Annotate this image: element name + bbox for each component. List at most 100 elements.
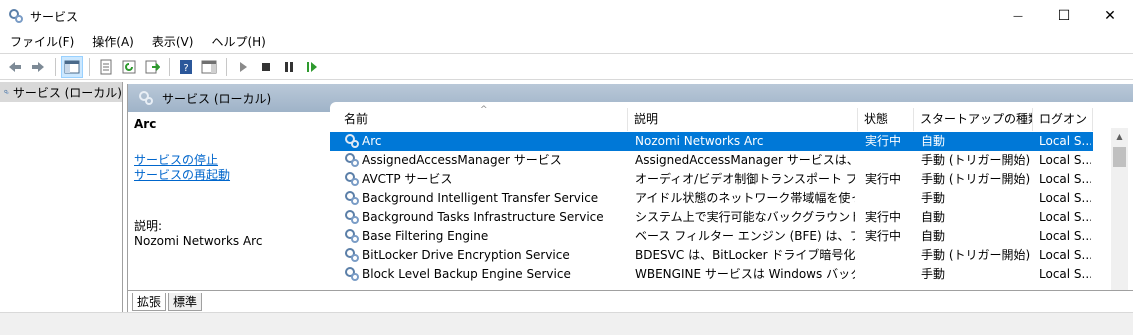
tree-item-services-local[interactable]: サービス (ローカル) (0, 82, 122, 102)
show-hide-console-tree-button[interactable] (61, 55, 83, 78)
cell-startup-type: 自動 (921, 210, 946, 224)
restart-service-button[interactable] (301, 56, 323, 78)
restart-service-link[interactable]: サービスの再起動 (134, 168, 324, 183)
tab-standard[interactable]: 標準 (168, 293, 203, 311)
pause-service-button[interactable] (278, 56, 300, 78)
stop-service-icon (262, 62, 270, 71)
cell-startup-type: 手動 (トリガー開始) (921, 172, 1031, 186)
cell-status (865, 189, 915, 208)
menu-action[interactable]: 操作(A) (83, 32, 143, 52)
cell-name: Arc (362, 134, 382, 148)
description-value: Nozomi Networks Arc (134, 234, 263, 248)
show-hide-action-pane-button[interactable] (198, 56, 220, 78)
column-header-startup-type[interactable]: スタートアップの種類 (914, 108, 1033, 131)
description-label: 説明: (134, 219, 163, 233)
column-header-logon[interactable]: ログオン (1033, 108, 1093, 131)
stop-service-link[interactable]: サービスの停止 (134, 153, 324, 168)
column-header-name[interactable]: 名前 (338, 108, 628, 131)
column-header-status[interactable]: 状態 (858, 108, 914, 131)
show-hide-action-pane-icon (201, 60, 217, 73)
table-row[interactable]: AVCTP サービス オーディオ/ビデオ制御トランスポート プロトコル ... 実行… (330, 170, 1093, 189)
minimize-icon: — (1013, 10, 1023, 22)
console-tree: サービス (ローカル) (0, 82, 123, 335)
status-bar (0, 312, 1133, 335)
cell-name: Block Level Backup Engine Service (362, 267, 571, 281)
start-service-button[interactable] (232, 56, 254, 78)
scroll-up-icon[interactable]: ▲ (1111, 128, 1128, 145)
cell-status: 実行中 (865, 134, 902, 148)
toolbar-separator (226, 57, 227, 76)
table-row[interactable]: Base Filtering Engine ベース フィルター エンジン (BFE… (330, 227, 1093, 246)
cell-status (865, 246, 915, 265)
cell-name: Base Filtering Engine (362, 229, 489, 243)
stop-service-button[interactable] (255, 56, 277, 78)
cell-status (865, 265, 915, 284)
service-gear-icon (345, 248, 359, 262)
minimize-button[interactable]: — (995, 0, 1041, 32)
title-bar: サービス — ☐ ✕ (0, 0, 1133, 32)
properties-icon (100, 59, 112, 74)
maximize-icon: ☐ (1057, 8, 1071, 24)
properties-button[interactable] (95, 56, 117, 78)
table-row[interactable]: BitLocker Drive Encryption Service BDESVC… (330, 246, 1093, 265)
service-action-links: サービスの停止 サービスの再起動 (134, 153, 324, 183)
cell-startup-type: 自動 (921, 229, 946, 243)
tab-extended[interactable]: 拡張 (132, 293, 167, 311)
refresh-button[interactable] (118, 56, 140, 78)
cell-description: AssignedAccessManager サービスは、Win... (635, 153, 855, 167)
menu-view[interactable]: 表示(V) (143, 32, 203, 52)
vertical-scrollbar[interactable]: ▲ (1111, 128, 1128, 290)
cell-logon: Local S... (1039, 210, 1091, 224)
help-button[interactable]: ? (175, 56, 197, 78)
service-gear-icon (345, 191, 359, 205)
forward-icon (32, 61, 44, 72)
table-row[interactable]: Block Level Backup Engine Service WBENGIN… (330, 265, 1093, 284)
cell-startup-type: 手動 (トリガー開始) (921, 153, 1031, 167)
table-row[interactable]: AssignedAccessManager サービス AssignedAccess… (330, 151, 1093, 170)
close-icon: ✕ (1104, 8, 1116, 24)
help-icon: ? (180, 59, 192, 74)
refresh-icon (122, 60, 136, 73)
menu-help[interactable]: ヘルプ(H) (202, 32, 274, 52)
back-icon (9, 61, 21, 72)
toolbar-separator (169, 57, 170, 76)
cell-logon: Local S... (1039, 248, 1091, 262)
extended-description-pane: Arc サービスの停止 サービスの再起動 説明: Nozomi Networks… (128, 112, 330, 290)
service-gear-icon (345, 153, 359, 167)
window-title: サービス (30, 9, 79, 24)
selected-service-name: Arc (134, 117, 157, 131)
show-hide-console-tree-icon (64, 60, 80, 73)
cell-description: BDESVC は、BitLocker ドライブ暗号化サー... (635, 248, 855, 262)
cell-description: ベース フィルター エンジン (BFE) は、ファイアウ... (635, 229, 855, 243)
export-list-button[interactable] (141, 56, 163, 78)
service-gear-icon (345, 134, 359, 148)
cell-name: BitLocker Drive Encryption Service (362, 248, 570, 262)
cell-description: WBENGINE サービスは Windows バックアッ... (635, 267, 855, 281)
menu-file[interactable]: ファイル(F) (0, 32, 83, 52)
service-gear-icon (345, 210, 359, 224)
pause-service-icon (285, 61, 293, 72)
services-gear-icon (4, 89, 9, 95)
service-gear-icon (345, 267, 359, 281)
cell-startup-type: 手動 (921, 267, 946, 281)
back-button[interactable] (4, 56, 26, 78)
services-gear-icon (9, 9, 23, 23)
forward-button[interactable] (27, 56, 49, 78)
close-button[interactable]: ✕ (1087, 0, 1133, 32)
cell-status (865, 151, 915, 170)
cell-description: オーディオ/ビデオ制御トランスポート プロトコル ... (635, 172, 855, 186)
service-gear-icon (345, 229, 359, 243)
table-row[interactable]: Background Tasks Infrastructure Service シ… (330, 208, 1093, 227)
column-header-description[interactable]: 説明 (628, 108, 858, 131)
scroll-thumb[interactable] (1113, 147, 1126, 167)
tree-item-label: サービス (ローカル) (12, 85, 122, 100)
cell-description: アイドル状態のネットワーク帯域幅を使ってバ... (635, 191, 855, 205)
cell-name: Background Tasks Infrastructure Service (362, 210, 604, 224)
cell-name: Background Intelligent Transfer Service (362, 191, 599, 205)
restart-service-icon (307, 61, 317, 72)
maximize-button[interactable]: ☐ (1041, 0, 1087, 32)
table-row[interactable]: Background Intelligent Transfer Service ア… (330, 189, 1093, 208)
table-row[interactable]: Arc Nozomi Networks Arc 実行中 自動 Local S... (330, 132, 1093, 151)
cell-logon: Local S... (1039, 153, 1091, 167)
cell-status: 実行中 (865, 210, 902, 224)
